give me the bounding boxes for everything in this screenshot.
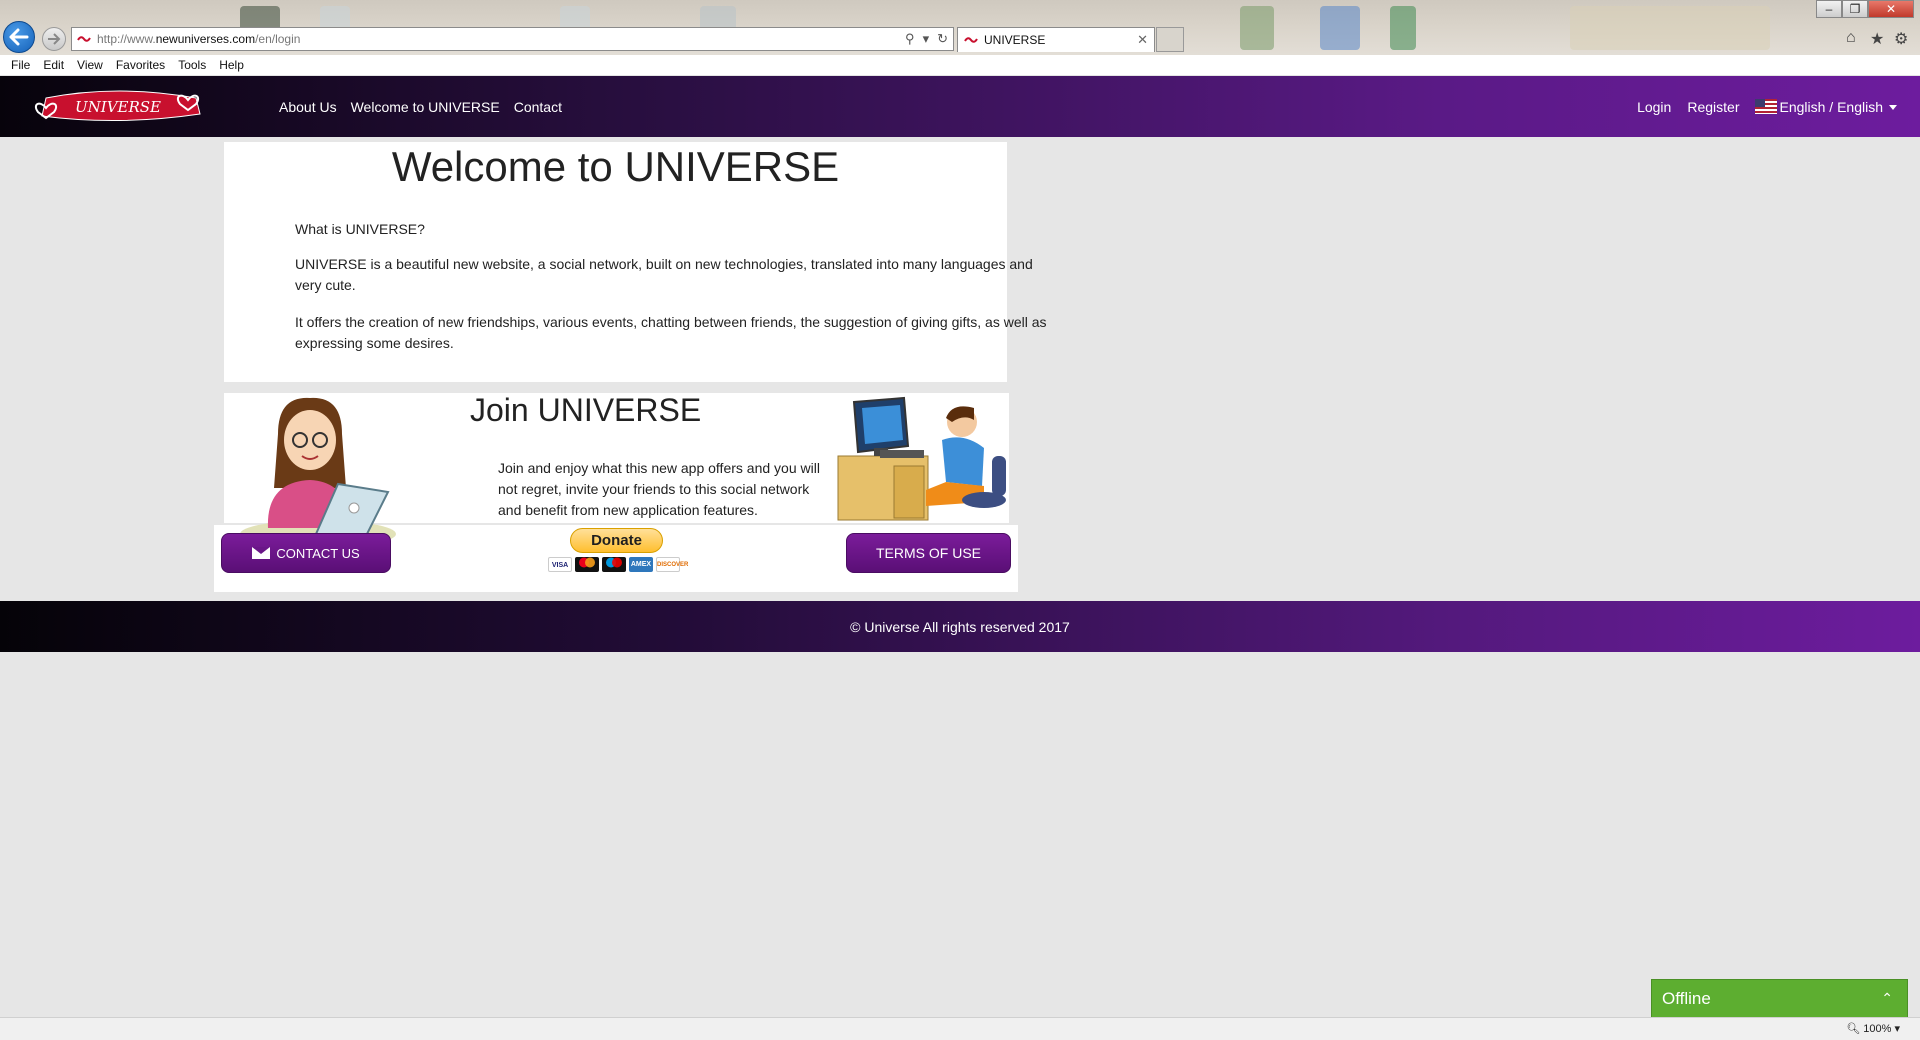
menu-help[interactable]: Help [219, 58, 244, 72]
chat-status-label: Offline [1662, 988, 1711, 1008]
mastercard-card-icon [575, 557, 599, 572]
amex-card-icon: AMEX [629, 557, 653, 572]
join-description: Join and enjoy what this new app offers … [498, 460, 820, 518]
address-url: http://www.newuniverses.com/en/login [97, 32, 301, 46]
welcome-card: Welcome to UNIVERSE What is UNIVERSE? UN… [224, 142, 1047, 382]
tab-title: UNIVERSE [984, 33, 1046, 47]
terms-of-use-button[interactable]: TERMS OF USE [846, 533, 1011, 573]
site-navbar: UNIVERSE About Us Welcome to UNIVERSE Co… [0, 76, 1920, 137]
caret-down-icon [1889, 104, 1897, 110]
refresh-icon[interactable]: ↻ [937, 31, 948, 47]
join-title: Join UNIVERSE [470, 392, 702, 428]
background-blur [1320, 6, 1360, 50]
back-arrow-icon [9, 28, 29, 46]
close-tab-icon[interactable]: ✕ [1137, 32, 1148, 48]
welcome-title: Welcome to UNIVERSE [391, 143, 840, 190]
nav-contact[interactable]: Contact [514, 99, 562, 115]
nav-about-us[interactable]: About Us [279, 99, 337, 115]
restore-button[interactable]: ❐ [1842, 0, 1868, 18]
language-selector[interactable]: English / English [1755, 98, 1897, 115]
zoom-level: 100% [1863, 1023, 1892, 1035]
visa-card-icon: VISA [548, 557, 572, 572]
maestro-card-icon [602, 557, 626, 572]
site-favicon-icon [77, 36, 91, 42]
menu-bar: File Edit View Favorites Tools Help [0, 55, 1920, 76]
address-bar[interactable]: http://www.newuniverses.com/en/login ⚲ ▾… [71, 27, 954, 51]
logo-text: UNIVERSE [75, 98, 161, 116]
forward-arrow-icon [48, 33, 61, 45]
zoom-icon: 🔍︎ [1846, 1023, 1864, 1035]
background-blur [1570, 6, 1770, 50]
chevron-up-icon[interactable]: ⌃ [1881, 990, 1893, 1007]
site-favicon-icon [964, 37, 978, 43]
universe-logo[interactable]: UNIVERSE [28, 86, 208, 126]
boy-at-computer-illustration [837, 396, 1006, 521]
zoom-control[interactable]: 🔍︎ 100% ▾ [1846, 1022, 1900, 1035]
search-icon[interactable]: ⚲ [905, 31, 915, 47]
browser-chrome: http://www.newuniverses.com/en/login ⚲ ▾… [0, 0, 1920, 55]
welcome-question: What is UNIVERSE? [295, 221, 425, 237]
new-tab-button[interactable] [1156, 27, 1184, 52]
forward-button[interactable] [42, 27, 66, 51]
login-link[interactable]: Login [1637, 99, 1671, 115]
menu-tools[interactable]: Tools [178, 58, 206, 72]
close-window-button[interactable]: ✕ [1868, 0, 1914, 18]
browser-status-bar: 🔍︎ 100% ▾ [0, 1017, 1920, 1040]
home-icon[interactable]: ⌂ [1846, 29, 1856, 47]
back-button[interactable] [3, 21, 35, 53]
footer-copyright: © Universe All rights reserved 2017 [850, 618, 1070, 635]
nav-welcome[interactable]: Welcome to UNIVERSE [351, 99, 500, 115]
payment-card-logos: VISA AMEX DISCOVER [548, 557, 688, 572]
favorites-star-icon[interactable]: ★ [1870, 29, 1884, 49]
dropdown-icon[interactable]: ▾ [923, 31, 930, 47]
menu-favorites[interactable]: Favorites [116, 58, 165, 72]
menu-view[interactable]: View [77, 58, 103, 72]
background-blur [1390, 6, 1416, 50]
contact-us-label: CONTACT US [276, 545, 360, 561]
donate-button[interactable]: Donate [570, 528, 663, 553]
contact-us-button[interactable]: CONTACT US [221, 533, 391, 573]
girl-with-laptop-illustration [240, 397, 396, 548]
us-flag-icon [1755, 98, 1778, 114]
menu-file[interactable]: File [11, 58, 30, 72]
minimize-button[interactable]: – [1816, 0, 1842, 18]
background-blur [1240, 6, 1274, 50]
site-footer: © Universe All rights reserved 2017 [0, 601, 1920, 652]
settings-gear-icon[interactable]: ⚙ [1894, 29, 1908, 49]
discover-card-icon: DISCOVER [656, 557, 688, 572]
menu-edit[interactable]: Edit [43, 58, 64, 72]
envelope-icon [252, 547, 271, 559]
register-link[interactable]: Register [1687, 99, 1739, 115]
offline-chat-widget[interactable]: Offline ⌃ [1651, 979, 1908, 1018]
welcome-paragraph-2: It offers the creation of new friendship… [295, 314, 1047, 351]
welcome-paragraph-1: UNIVERSE is a beautiful new website, a s… [295, 256, 1033, 293]
language-label: English / English [1779, 98, 1883, 115]
browser-tab[interactable]: UNIVERSE ✕ [957, 27, 1155, 52]
